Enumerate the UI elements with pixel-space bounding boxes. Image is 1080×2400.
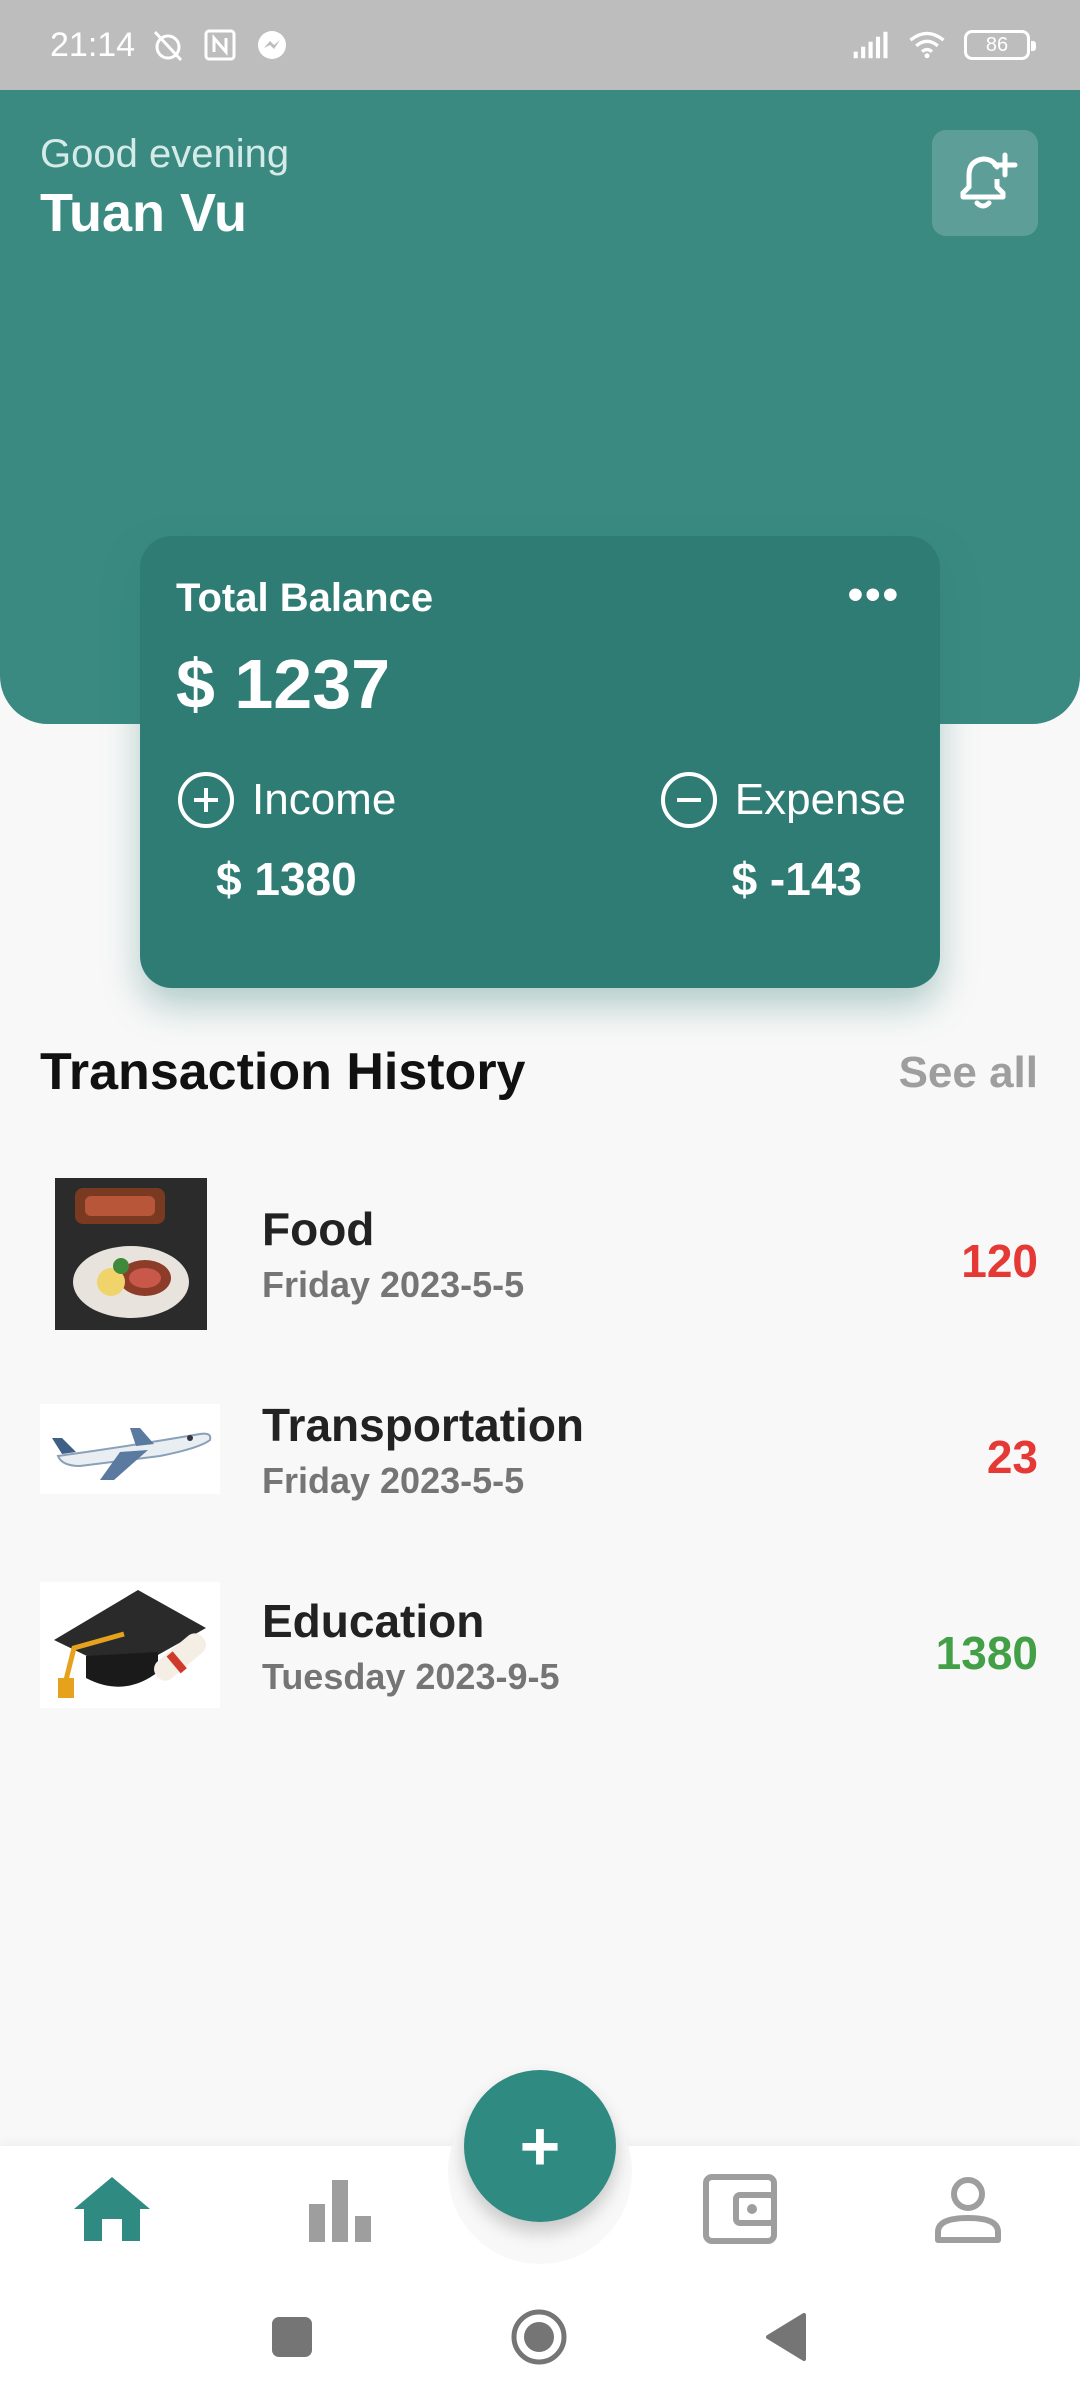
income-label: Income [252,775,397,824]
expense-minus-icon [660,772,717,828]
transaction-row-food[interactable]: Food Friday 2023-5-5 120 [0,1178,1080,1338]
system-navigation-bar [0,2274,1080,2400]
graduation-cap-image [40,1582,220,1708]
transaction-date: Friday 2023-5-5 [262,1460,525,1501]
expense-section: Expense [660,772,906,828]
greeting-text: Good evening [40,132,290,176]
airplane-image [40,1404,220,1494]
battery-icon: 86 [964,30,1036,60]
transaction-row-education[interactable]: Education Tuesday 2023-9-5 1380 [0,1570,1080,1730]
messenger-icon [253,26,291,64]
income-amount: $ 1380 [216,853,357,905]
add-notification-button[interactable] [932,130,1038,236]
transaction-name: Transportation [262,1399,585,1451]
total-balance-label: Total Balance [176,576,434,620]
more-options-button[interactable]: ••• [848,570,900,620]
back-triangle-icon [762,2311,808,2368]
bar-chart-icon [305,2174,375,2249]
circle-home-icon [509,2307,569,2372]
nav-profile-button[interactable] [918,2166,1018,2256]
nfc-icon [201,26,239,64]
transaction-amount: 1380 [935,1627,1038,1679]
see-all-link[interactable]: See all [899,1048,1038,1098]
home-icon [70,2173,154,2250]
income-plus-icon [178,772,234,828]
home-system-button[interactable] [504,2304,574,2374]
transaction-name: Food [262,1203,375,1255]
wifi-icon [908,26,946,64]
user-name: Tuan Vu [40,183,247,243]
expense-amount: $ -143 [731,853,862,905]
total-balance-amount: $ 1237 [176,645,391,723]
nav-home-button[interactable] [62,2166,162,2256]
back-button[interactable] [750,2304,820,2374]
transaction-amount: 120 [961,1235,1038,1287]
transaction-date: Tuesday 2023-9-5 [262,1656,560,1697]
status-time: 21:14 [50,25,136,64]
nav-wallet-button[interactable] [690,2166,790,2256]
alarm-off-icon [149,26,187,64]
balance-card: Total Balance ••• $ 1237 Income Expense … [140,536,940,988]
transaction-name: Education [262,1595,485,1647]
expense-label: Expense [734,775,906,824]
recent-apps-button[interactable] [257,2304,327,2374]
food-image [55,1178,207,1330]
square-icon [270,2315,314,2364]
person-icon [933,2174,1003,2249]
nav-stats-button[interactable] [290,2166,390,2256]
wallet-icon [702,2173,778,2250]
bell-plus-icon [949,145,1021,222]
transaction-amount: 23 [986,1431,1038,1483]
transaction-row-transportation[interactable]: Transportation Friday 2023-5-5 23 [0,1374,1080,1534]
income-section: Income [178,772,396,828]
transaction-history-title: Transaction History [40,1043,526,1101]
transaction-date: Friday 2023-5-5 [262,1264,525,1305]
signal-icon [852,26,890,64]
add-transaction-button[interactable]: + [464,2070,616,2222]
status-bar: 21:14 86 [0,0,1080,90]
